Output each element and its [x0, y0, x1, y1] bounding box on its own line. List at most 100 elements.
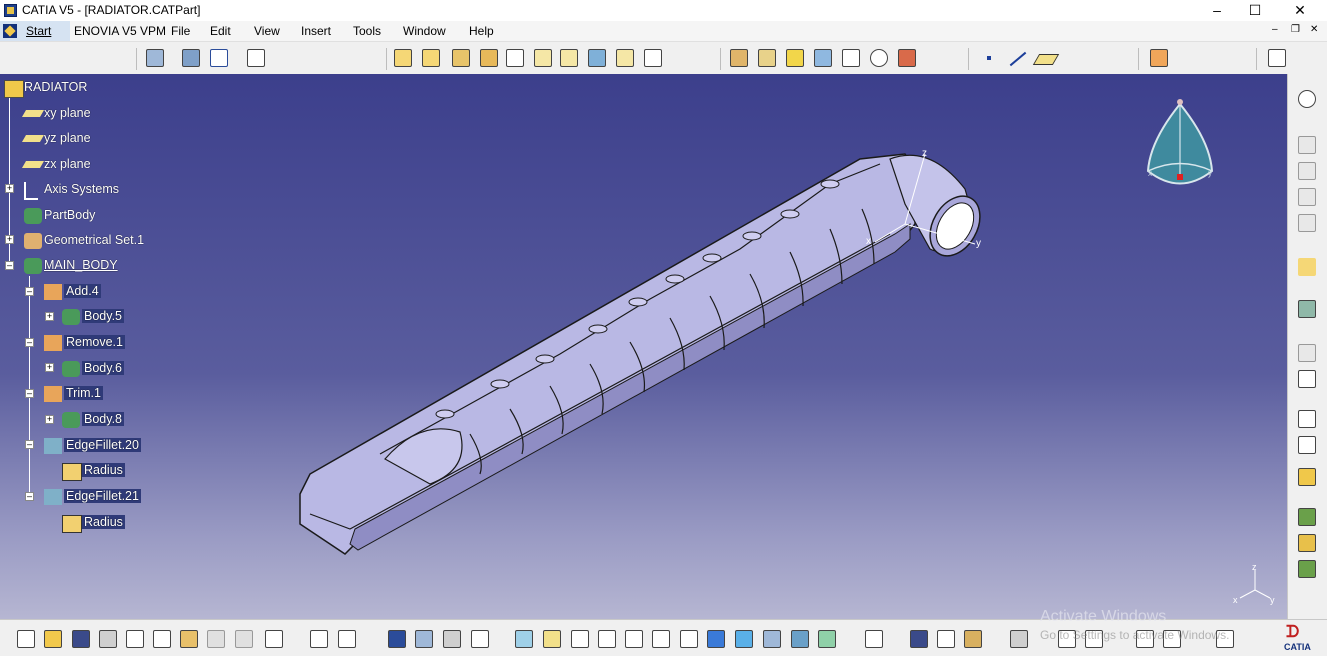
doc-close-button[interactable]: ✕	[1310, 24, 1318, 35]
cut-icon[interactable]	[126, 630, 144, 648]
plane-tool-icon[interactable]	[1032, 54, 1060, 65]
loft-icon[interactable]	[616, 49, 634, 67]
activate-windows-subtitle: Go to Settings to activate Windows.	[1040, 628, 1230, 642]
part-axis-y: y	[976, 238, 981, 249]
iso-view-icon[interactable]	[735, 630, 753, 648]
fit-all-in-icon[interactable]	[543, 630, 561, 648]
thread-icon[interactable]	[870, 49, 888, 67]
shell-icon[interactable]	[814, 49, 832, 67]
shaft-icon[interactable]	[452, 49, 470, 67]
zoom-in-icon[interactable]	[625, 630, 643, 648]
pad-icon[interactable]	[394, 49, 412, 67]
swap-space-icon[interactable]	[818, 630, 836, 648]
whats-this-icon[interactable]	[265, 630, 283, 648]
copy-icon[interactable]	[153, 630, 171, 648]
disabled-tool-icon	[1298, 162, 1316, 180]
new-file-icon[interactable]	[17, 630, 35, 648]
publication-icon[interactable]	[1298, 534, 1316, 552]
design-table-icon[interactable]	[388, 630, 406, 648]
menu-view[interactable]: View	[254, 24, 280, 38]
stiffener-icon[interactable]	[588, 49, 606, 67]
fly-mode-icon[interactable]	[515, 630, 533, 648]
menu-tools[interactable]: Tools	[353, 24, 381, 38]
start-logo-icon	[3, 24, 17, 38]
doc-minimize-button[interactable]: –	[1272, 24, 1278, 35]
knowledge-icon[interactable]	[1298, 560, 1316, 578]
paste-icon[interactable]	[180, 630, 198, 648]
sketch-analysis-icon[interactable]	[1298, 410, 1316, 428]
start-menu-label: Start	[26, 24, 52, 38]
rib-icon[interactable]	[534, 49, 552, 67]
triad-y-label: y	[1270, 595, 1275, 605]
measure-between-icon[interactable]	[910, 630, 928, 648]
formula-icon[interactable]	[310, 630, 328, 648]
comment-icon[interactable]	[338, 630, 356, 648]
menu-bar: Start ENOVIA V5 VPM File Edit View Inser…	[0, 21, 1327, 42]
groove-icon[interactable]	[480, 49, 498, 67]
rotate-icon[interactable]	[598, 630, 616, 648]
menu-insert[interactable]: Insert	[301, 24, 331, 38]
hide-show-icon[interactable]	[1298, 300, 1316, 318]
menu-file[interactable]: File	[171, 24, 190, 38]
window-title: CATIA V5 - [RADIATOR.CATPart]	[22, 3, 201, 17]
menu-edit[interactable]: Edit	[210, 24, 231, 38]
slot-icon[interactable]	[560, 49, 578, 67]
menu-enovia[interactable]: ENOVIA V5 VPM	[74, 24, 166, 38]
law-icon[interactable]	[415, 630, 433, 648]
equation-icon[interactable]	[471, 630, 489, 648]
toolbar-separator	[720, 48, 721, 70]
close-button[interactable]: ✕	[1278, 0, 1322, 21]
scan-icon[interactable]	[1298, 468, 1316, 486]
radiator-part-model[interactable]: z y x	[0, 74, 1287, 619]
grid-icon[interactable]	[210, 49, 228, 67]
doc-restore-button[interactable]: ❐	[1291, 24, 1300, 35]
fit-all-icon[interactable]	[247, 49, 265, 67]
hide-icon[interactable]	[791, 630, 809, 648]
edge-fillet-tool-icon[interactable]	[730, 49, 748, 67]
compass[interactable]: x y	[1140, 96, 1220, 206]
capture-icon[interactable]	[1010, 630, 1028, 648]
pan-icon[interactable]	[571, 630, 589, 648]
catia-logo-mark-icon: ᗪ	[1286, 624, 1300, 641]
remove-loft-icon[interactable]	[644, 49, 662, 67]
normal-view-icon[interactable]	[1298, 436, 1316, 454]
zoom-out-icon[interactable]	[652, 630, 670, 648]
print-icon[interactable]	[99, 630, 117, 648]
catalog-icon[interactable]	[1298, 508, 1316, 526]
shading-icon[interactable]	[763, 630, 781, 648]
compass-top-knob	[1177, 99, 1183, 105]
start-menu[interactable]: Start	[0, 21, 70, 41]
measure-inertia-icon[interactable]	[964, 630, 982, 648]
normal-view-bottom-icon[interactable]	[680, 630, 698, 648]
select-cursor-icon[interactable]	[1298, 258, 1316, 276]
disabled-tool-icon	[1298, 188, 1316, 206]
update-icon[interactable]	[865, 630, 883, 648]
pocket-icon[interactable]	[422, 49, 440, 67]
draft-icon[interactable]	[786, 49, 804, 67]
toolbar-separator	[1138, 48, 1139, 70]
measure-icon[interactable]	[1268, 49, 1286, 67]
sketcher-icon[interactable]	[146, 49, 164, 67]
undo-icon[interactable]	[207, 630, 225, 648]
redo-icon[interactable]	[235, 630, 253, 648]
remove-face-icon[interactable]	[898, 49, 916, 67]
measure-item-icon[interactable]	[937, 630, 955, 648]
open-folder-icon[interactable]	[44, 630, 62, 648]
thickness-icon[interactable]	[842, 49, 860, 67]
part-body-icon[interactable]	[443, 630, 461, 648]
menu-window[interactable]: Window	[403, 24, 446, 38]
menu-help[interactable]: Help	[469, 24, 494, 38]
multi-view-icon[interactable]	[707, 630, 725, 648]
settings-gear-icon[interactable]	[1298, 90, 1316, 108]
apply-material-icon[interactable]	[1150, 49, 1168, 67]
3d-viewport[interactable]: RADIATOR xy plane yz plane zx plane + Ax…	[0, 74, 1287, 619]
toolbar-separator	[386, 48, 387, 70]
maximize-button[interactable]: ☐	[1233, 0, 1277, 21]
chamfer-icon[interactable]	[758, 49, 776, 67]
line-icon[interactable]	[1009, 51, 1027, 67]
spin-icon[interactable]	[182, 49, 200, 67]
point-icon[interactable]	[987, 56, 991, 60]
swap-visible-space-icon[interactable]	[1298, 370, 1316, 388]
hole-icon[interactable]	[506, 49, 524, 67]
save-icon[interactable]	[72, 630, 90, 648]
